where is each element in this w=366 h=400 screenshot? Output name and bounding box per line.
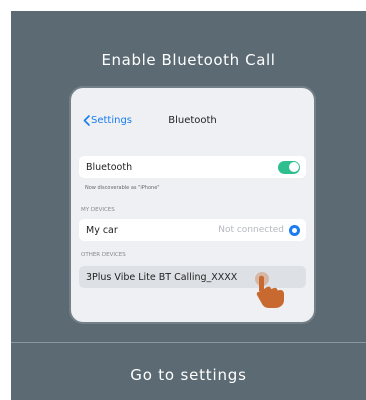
- bluetooth-call-dialog: Enable Bluetooth Call Settings Bluetooth…: [11, 11, 366, 400]
- my-devices-header: MY DEVICES: [81, 207, 115, 213]
- my-device-status: Not connected: [218, 224, 300, 236]
- phone-nav-bar: Settings Bluetooth: [71, 88, 314, 138]
- dialog-title: Enable Bluetooth Call: [101, 51, 276, 69]
- bluetooth-row-label: Bluetooth: [86, 161, 133, 173]
- go-to-settings-button[interactable]: Go to settings: [11, 366, 366, 384]
- bluetooth-toggle: [278, 160, 300, 174]
- phone-screen-illustration: Settings Bluetooth Bluetooth Now discove…: [71, 88, 314, 322]
- my-device-name: My car: [86, 224, 118, 236]
- dialog-divider: [11, 342, 366, 343]
- my-device-status-text: Not connected: [218, 225, 284, 235]
- bluetooth-row: Bluetooth: [79, 156, 306, 178]
- other-device-name: 3Plus Vibe Lite BT Calling_XXXX: [86, 271, 238, 283]
- tap-hand-icon: [255, 272, 284, 308]
- other-devices-header: OTHER DEVICES: [81, 252, 126, 258]
- my-device-row: My car Not connected: [79, 219, 306, 241]
- info-icon: [289, 224, 300, 236]
- discoverable-caption: Now discoverable as "iPhone": [85, 185, 160, 191]
- phone-nav-title: Bluetooth: [168, 115, 217, 126]
